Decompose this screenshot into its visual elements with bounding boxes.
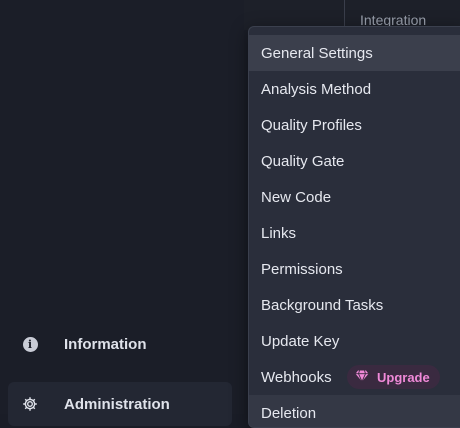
menu-item-quality-gate[interactable]: Quality Gate bbox=[249, 143, 460, 179]
menu-item-label: Analysis Method bbox=[261, 80, 372, 98]
gem-icon bbox=[355, 369, 369, 385]
menu-item-update-key[interactable]: Update Key bbox=[249, 323, 460, 359]
menu-item-label: Quality Gate bbox=[261, 152, 345, 170]
menu-item-label: General Settings bbox=[261, 44, 373, 62]
administration-dropdown-menu: General Settings Analysis Method Quality… bbox=[248, 26, 460, 428]
sidebar: i Information Administration bbox=[0, 0, 244, 426]
menu-item-label: Deletion bbox=[261, 404, 317, 422]
menu-item-permissions[interactable]: Permissions bbox=[249, 251, 460, 287]
info-icon: i bbox=[22, 336, 38, 352]
menu-item-label: Quality Profiles bbox=[261, 116, 362, 134]
menu-item-background-tasks[interactable]: Background Tasks bbox=[249, 287, 460, 323]
menu-item-label: Links bbox=[261, 224, 297, 242]
menu-item-label: Webhooks bbox=[261, 368, 332, 386]
upgrade-badge[interactable]: Upgrade bbox=[347, 365, 440, 389]
sidebar-item-information[interactable]: i Information bbox=[8, 322, 232, 366]
menu-item-label: Update Key bbox=[261, 332, 340, 350]
menu-item-links[interactable]: Links bbox=[249, 215, 460, 251]
upgrade-badge-label: Upgrade bbox=[377, 369, 430, 385]
menu-item-new-code[interactable]: New Code bbox=[249, 179, 460, 215]
menu-item-label: New Code bbox=[261, 188, 332, 206]
gear-icon bbox=[22, 396, 38, 412]
menu-item-label: Permissions bbox=[261, 260, 343, 278]
menu-item-label: Background Tasks bbox=[261, 296, 384, 314]
menu-item-webhooks[interactable]: Webhooks Upgrade bbox=[249, 359, 460, 395]
sidebar-item-administration[interactable]: Administration bbox=[8, 382, 232, 426]
sidebar-item-label: Information bbox=[64, 335, 147, 353]
menu-item-deletion[interactable]: Deletion bbox=[249, 395, 460, 427]
menu-item-quality-profiles[interactable]: Quality Profiles bbox=[249, 107, 460, 143]
menu-item-general-settings[interactable]: General Settings bbox=[249, 35, 460, 71]
menu-item-analysis-method[interactable]: Analysis Method bbox=[249, 71, 460, 107]
sidebar-item-label: Administration bbox=[64, 395, 170, 413]
